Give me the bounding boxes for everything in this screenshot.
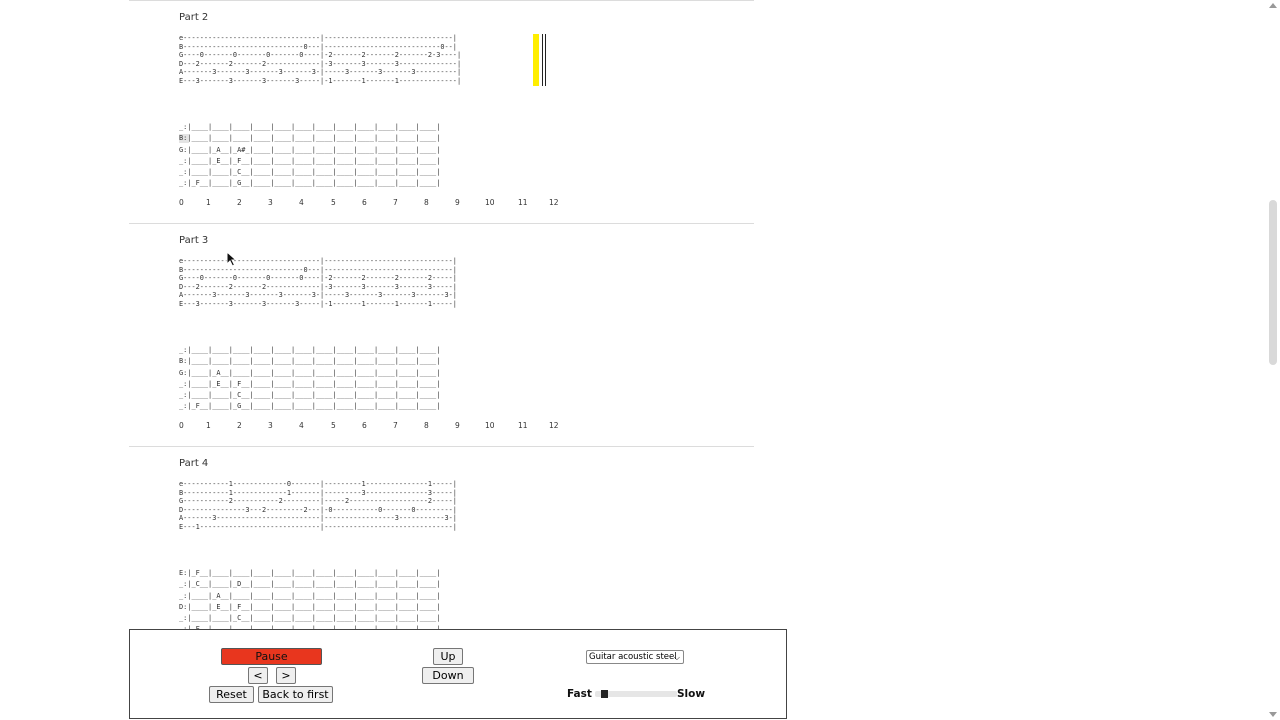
- fret-number: 5: [331, 198, 336, 207]
- fret-number: 10: [485, 198, 495, 207]
- tab-staff: e-----------1-------------0-------|-----…: [179, 480, 457, 531]
- next-button[interactable]: >: [276, 667, 296, 684]
- speed-slider-thumb[interactable]: [601, 690, 608, 698]
- fret-number: 8: [424, 421, 429, 430]
- fret-number: 3: [268, 421, 273, 430]
- fret-number: 12: [549, 421, 559, 430]
- fret-number: 11: [518, 198, 528, 207]
- fret-number: 6: [362, 421, 367, 430]
- fret-number: 9: [455, 421, 460, 430]
- chevron-down-icon: ⌵: [673, 653, 680, 662]
- part-title: Part 4: [179, 458, 209, 469]
- pause-button[interactable]: Pause: [221, 648, 322, 665]
- tab-staff: e---------------------------------|-----…: [179, 257, 457, 308]
- fret-number: 1: [206, 421, 211, 430]
- fret-number: 10: [485, 421, 495, 430]
- bar-line: [545, 34, 546, 86]
- fret-number: 6: [362, 198, 367, 207]
- part-title: Part 2: [179, 12, 209, 23]
- fret-numbers: 0 1 2 3 4 5 6 7 8 9 10 11 12: [179, 198, 579, 208]
- part-section-3: Part 3 e--------------------------------…: [179, 235, 739, 435]
- fret-number: 2: [237, 198, 242, 207]
- section-divider: [129, 223, 754, 224]
- fret-number: 0: [179, 198, 184, 207]
- fret-number: 1: [206, 198, 211, 207]
- fret-number: 8: [424, 198, 429, 207]
- instrument-selected: Guitar acoustic steel: [589, 652, 677, 662]
- speed-fast-label: Fast: [567, 688, 592, 700]
- speed-slider[interactable]: [595, 690, 677, 698]
- scrollbar-thumb[interactable]: [1269, 200, 1277, 365]
- part-section-2: Part 2 e--------------------------------…: [179, 12, 739, 212]
- reset-button[interactable]: Reset: [209, 686, 254, 703]
- section-divider: [129, 446, 754, 447]
- previous-button[interactable]: <: [248, 667, 268, 684]
- song-viewport: Part 2 e--------------------------------…: [0, 0, 1280, 720]
- playback-control-panel: Pause < > Reset Back to first Up Down Gu…: [129, 629, 787, 719]
- scroll-up-icon[interactable]: [1269, 3, 1277, 8]
- fret-number: 5: [331, 421, 336, 430]
- bar-line: [542, 34, 543, 86]
- section-divider: [129, 0, 754, 1]
- fretboard-diagram: _:|____|____|____|____|____|____|____|__…: [179, 123, 441, 188]
- mouse-pointer-icon: [226, 251, 238, 267]
- fretboard-diagram: _:|____|____|____|____|____|____|____|__…: [179, 346, 441, 411]
- fretboard-diagram: E:|_F__|____|____|____|____|____|____|__…: [179, 569, 441, 633]
- fret-number: 3: [268, 198, 273, 207]
- fret-number: 9: [455, 198, 460, 207]
- fret-number: 0: [179, 421, 184, 430]
- scroll-down-icon[interactable]: [1269, 712, 1277, 717]
- tab-staff: e---------------------------------|-----…: [179, 34, 462, 85]
- fret-number: 7: [393, 421, 398, 430]
- fret-number: 4: [299, 198, 304, 207]
- instrument-select[interactable]: Guitar acoustic steel ⌵: [586, 650, 684, 664]
- page-scrollbar[interactable]: [1266, 0, 1280, 720]
- down-button[interactable]: Down: [422, 667, 474, 684]
- fret-numbers: 0 1 2 3 4 5 6 7 8 9 10 11 12: [179, 421, 579, 431]
- playback-cursor: [533, 34, 539, 86]
- fret-number: 12: [549, 198, 559, 207]
- part-section-4: Part 4 e-----------1-------------0------…: [179, 458, 739, 638]
- part-title: Part 3: [179, 235, 209, 246]
- fret-number: 7: [393, 198, 398, 207]
- up-button[interactable]: Up: [433, 648, 463, 665]
- fret-number: 11: [518, 421, 528, 430]
- fret-number: 4: [299, 421, 304, 430]
- fret-number: 2: [237, 421, 242, 430]
- back-to-first-button[interactable]: Back to first: [258, 686, 333, 703]
- speed-slow-label: Slow: [677, 688, 706, 700]
